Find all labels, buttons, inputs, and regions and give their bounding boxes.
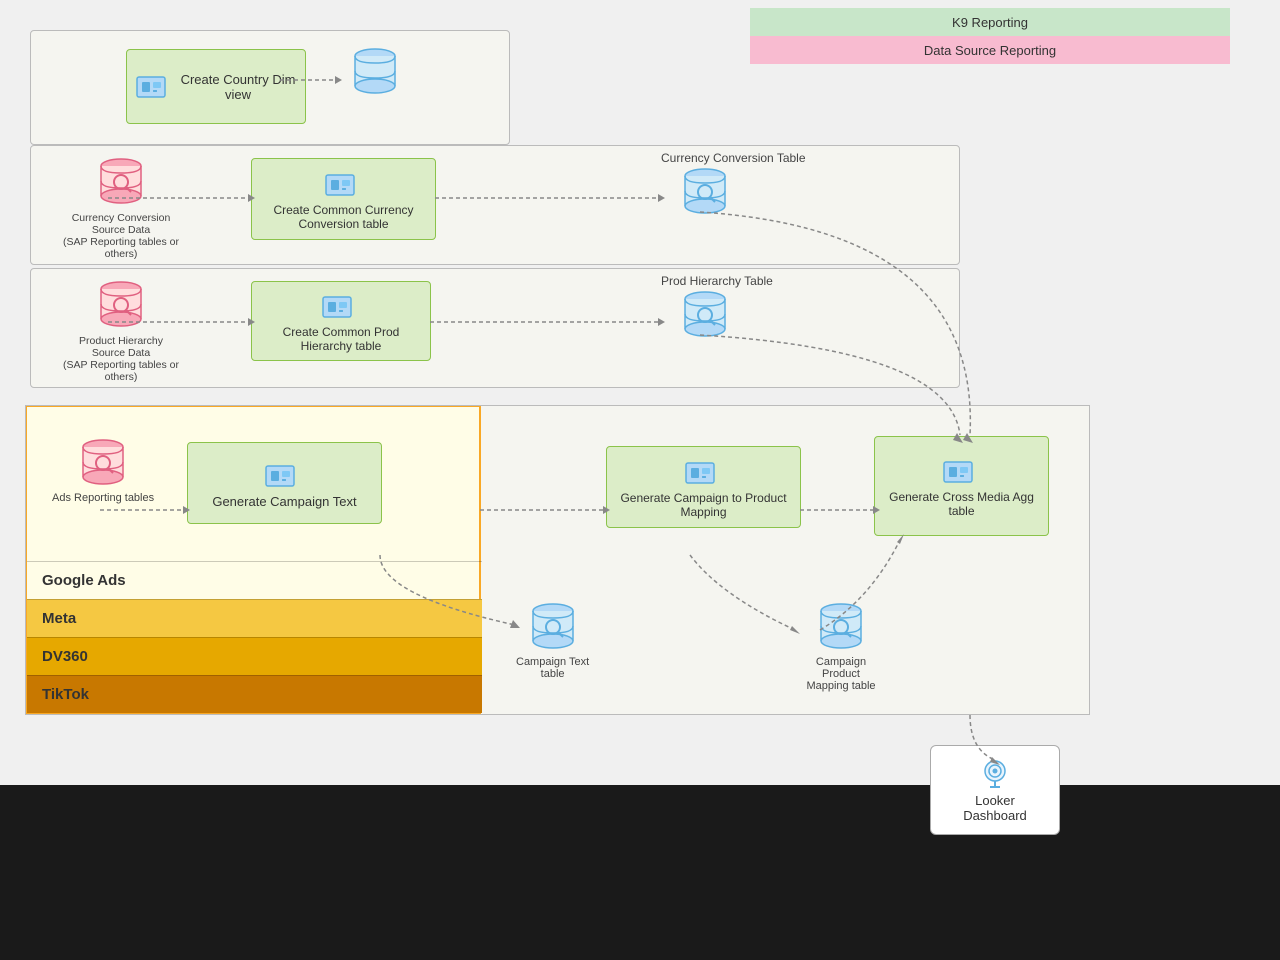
google-ads-label: Google Ads xyxy=(27,561,482,599)
looker-dashboard-box[interactable]: Looker Dashboard xyxy=(930,745,1060,835)
currency-source-icon xyxy=(97,156,145,208)
currency-source-db: Currency Conversion Source Data (SAP Rep… xyxy=(61,156,181,260)
prod-source-icon xyxy=(97,279,145,331)
google-ads-box: Ads Reporting tables Generate Campaign T… xyxy=(26,406,481,714)
k9-reporting-banner: K9 Reporting xyxy=(750,8,1230,36)
hologram-icon-5 xyxy=(682,455,718,491)
generate-campaign-mapping-box[interactable]: Generate Campaign to Product Mapping xyxy=(606,446,801,528)
campaign-product-db: Campaign ProductMapping table xyxy=(796,601,886,692)
currency-table-label: Currency Conversion Table xyxy=(661,151,806,165)
row-prod-hierarchy: Product Hierarchy Source Data (SAP Repor… xyxy=(30,268,960,388)
prod-source-db: Product Hierarchy Source Data (SAP Repor… xyxy=(61,279,181,383)
ads-reporting-db: Ads Reporting tables xyxy=(52,437,154,504)
campaign-text-icon xyxy=(529,601,577,653)
generate-cross-media-box[interactable]: Generate Cross Media Agg table xyxy=(874,436,1049,536)
hologram-icon-2 xyxy=(322,167,358,203)
dv360-label: DV360 xyxy=(27,637,482,675)
create-currency-conversion-box[interactable]: Create Common Currency Conversion table xyxy=(251,158,436,240)
campaign-container: Ads Reporting tables Generate Campaign T… xyxy=(25,405,1090,715)
hologram-icon-4 xyxy=(262,458,298,494)
currency-output-icon xyxy=(681,166,729,218)
hologram-icon-1 xyxy=(133,69,169,105)
main-canvas: K9 Reporting Data Source Reporting Creat… xyxy=(0,0,1280,960)
prod-hierarchy-table-label: Prod Hierarchy Table xyxy=(661,274,773,288)
campaign-product-icon xyxy=(817,601,865,653)
country-dim-db-output xyxy=(351,46,399,98)
looker-icon xyxy=(977,757,1013,793)
ads-reporting-icon xyxy=(79,437,127,489)
meta-label: Meta xyxy=(27,599,482,637)
campaign-text-db: Campaign Texttable xyxy=(516,601,589,680)
hologram-icon-3 xyxy=(319,289,355,325)
tiktok-label: TikTok xyxy=(27,675,482,713)
row-country-dim: Create Country Dim view xyxy=(30,30,510,145)
platform-stack: Google Ads Meta DV360 TikTok xyxy=(27,561,482,713)
generate-campaign-text-box[interactable]: Generate Campaign Text xyxy=(187,442,382,524)
create-country-dim-box[interactable]: Create Country Dim view xyxy=(126,49,306,124)
currency-output-db xyxy=(681,166,729,218)
datasource-reporting-banner: Data Source Reporting xyxy=(750,36,1230,64)
create-prod-hierarchy-box[interactable]: Create Common Prod Hierarchy table xyxy=(251,281,431,361)
prod-output-icon xyxy=(681,289,729,341)
hologram-icon-6 xyxy=(940,454,976,490)
row-currency: Currency Conversion Source Data (SAP Rep… xyxy=(30,145,960,265)
db-icon-svg xyxy=(351,46,399,98)
prod-output-db xyxy=(681,289,729,341)
